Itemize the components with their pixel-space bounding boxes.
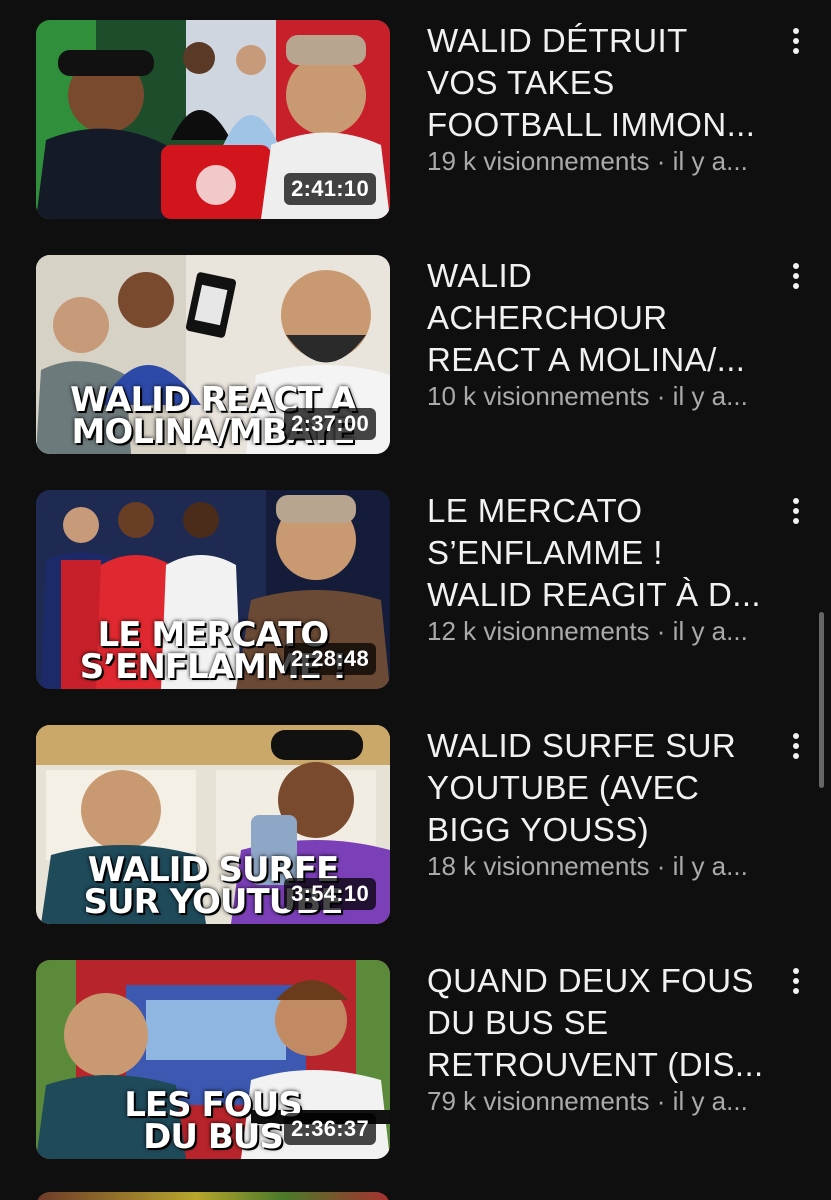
video-thumbnail[interactable]: 2:41:10 (36, 20, 390, 219)
more-vert-icon[interactable] (786, 28, 806, 58)
video-title-line: VOS TAKES (427, 64, 615, 101)
video-title-line: DU BUS SE (427, 1004, 609, 1041)
video-info[interactable]: WALID DÉTRUIT VOS TAKES FOOTBALL IMMON..… (427, 20, 797, 176)
video-metadata: 79 k visionnements · il y a... (427, 1086, 748, 1116)
video-title[interactable]: LE MERCATO S’ENFLAMME ! WALID REAGIT À D… (427, 490, 797, 616)
video-info[interactable]: QUAND DEUX FOUS DU BUS SE RETROUVENT (DI… (427, 960, 797, 1116)
scrollbar[interactable] (819, 612, 824, 788)
video-duration: 2:36:37 (284, 1113, 376, 1145)
video-title-line: RETROUVENT (DIS... (427, 1046, 764, 1083)
video-duration: 2:41:10 (284, 173, 376, 205)
video-thumbnail[interactable]: WALID SURFE SUR YOUTUBE 3:54:10 (36, 725, 390, 924)
more-vert-icon[interactable] (786, 498, 806, 528)
video-title-line: WALID (427, 257, 533, 294)
video-metadata: 12 k visionnements · il y a... (427, 616, 748, 646)
video-title-line: LE MERCATO (427, 492, 643, 529)
more-vert-icon[interactable] (786, 263, 806, 293)
video-title[interactable]: WALID SURFE SUR YOUTUBE (AVEC BIGG YOUSS… (427, 725, 797, 851)
video-item[interactable]: WALID REACT A MOLINA/MBAYE 2:37:00 WALID… (36, 255, 816, 455)
video-title-line: FOOTBALL IMMON... (427, 106, 756, 143)
video-title-line: WALID DÉTRUIT (427, 22, 688, 59)
video-thumbnail[interactable]: WALID REACT A MOLINA/MBAYE 2:37:00 (36, 255, 390, 454)
video-title-line: ACHERCHOUR (427, 299, 668, 336)
video-thumbnail[interactable]: LE MERCATO S’ENFLAMME ! 2:28:48 (36, 490, 390, 689)
video-item[interactable]: LE MERCATO S’ENFLAMME ! 2:28:48 LE MERCA… (36, 490, 816, 690)
video-info[interactable]: LE MERCATO S’ENFLAMME ! WALID REAGIT À D… (427, 490, 797, 646)
video-item[interactable]: 2:41:10 WALID DÉTRUIT VOS TAKES FOOTBALL… (36, 20, 816, 220)
video-title-line: WALID SURFE SUR (427, 727, 737, 764)
video-duration: 2:28:48 (284, 643, 376, 675)
video-title[interactable]: WALID ACHERCHOUR REACT A MOLINA/... (427, 255, 797, 381)
video-duration: 2:37:00 (284, 408, 376, 440)
video-title[interactable]: QUAND DEUX FOUS DU BUS SE RETROUVENT (DI… (427, 960, 797, 1086)
video-metadata: 10 k visionnements · il y a... (427, 381, 748, 411)
video-metadata: 18 k visionnements · il y a... (427, 851, 748, 881)
video-title-line: QUAND DEUX FOUS (427, 962, 754, 999)
video-info[interactable]: WALID SURFE SUR YOUTUBE (AVEC BIGG YOUSS… (427, 725, 797, 881)
video-title-line: BIGG YOUSS) (427, 811, 650, 848)
video-item[interactable]: WALID SURFE SUR YOUTUBE 3:54:10 WALID SU… (36, 725, 816, 925)
video-info[interactable]: WALID ACHERCHOUR REACT A MOLINA/... 10 k… (427, 255, 797, 411)
video-metadata: 19 k visionnements · il y a... (427, 146, 748, 176)
video-list: 2:41:10 WALID DÉTRUIT VOS TAKES FOOTBALL… (0, 0, 831, 1200)
next-video-thumbnail-partial[interactable] (36, 1192, 390, 1200)
more-vert-icon[interactable] (786, 968, 806, 998)
video-title-line: WALID REAGIT À D... (427, 576, 761, 613)
video-thumbnail[interactable]: LES FOUS DU BUS 2:36:37 (36, 960, 390, 1159)
video-title-line: YOUTUBE (AVEC (427, 769, 700, 806)
video-title[interactable]: WALID DÉTRUIT VOS TAKES FOOTBALL IMMON..… (427, 20, 797, 146)
video-item[interactable]: LES FOUS DU BUS 2:36:37 QUAND DEUX FOUS … (36, 960, 816, 1160)
video-title-line: REACT A MOLINA/... (427, 341, 746, 378)
video-title-line: S’ENFLAMME ! (427, 534, 663, 571)
more-vert-icon[interactable] (786, 733, 806, 763)
video-duration: 3:54:10 (284, 878, 376, 910)
